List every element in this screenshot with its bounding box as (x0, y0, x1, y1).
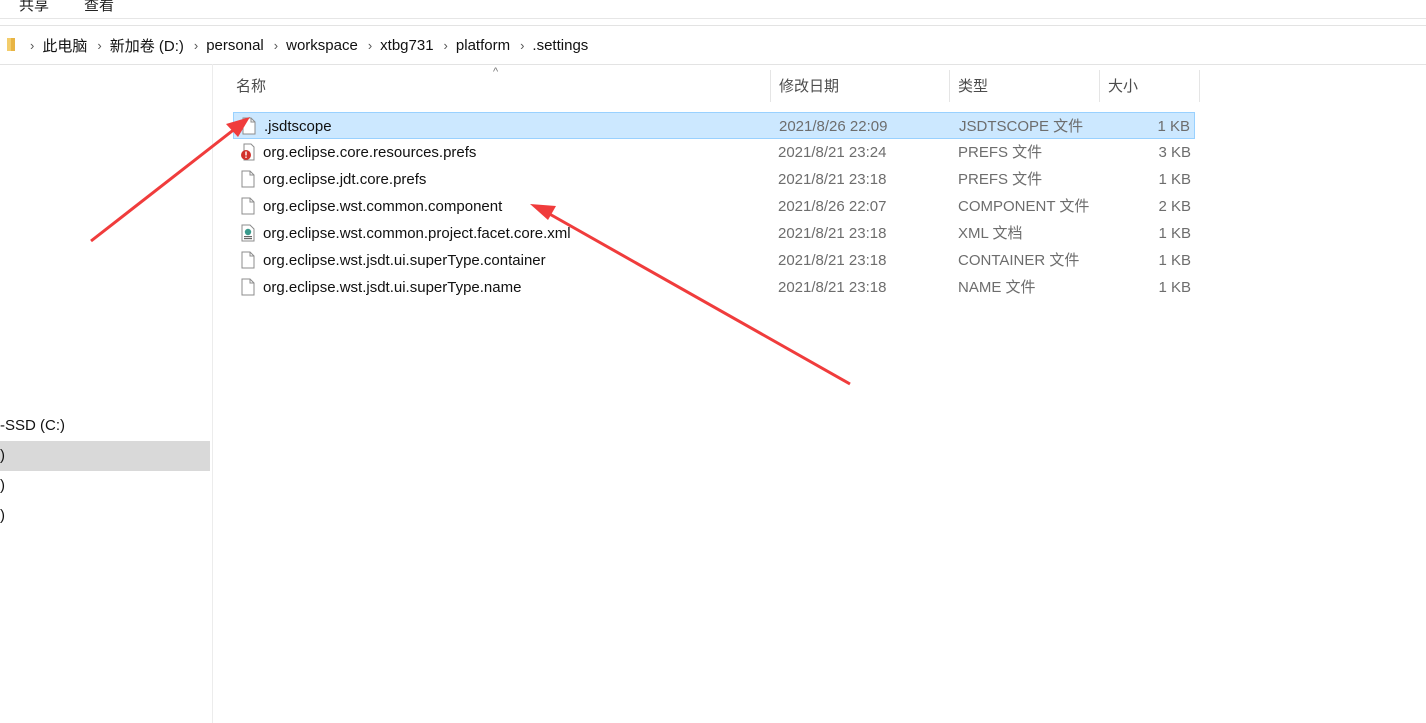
breadcrumb-personal[interactable]: personal (206, 37, 264, 54)
ribbon-tab-share[interactable]: 共享 (19, 0, 49, 15)
breadcrumb: › 此电脑 › 新加卷 (D:) › personal › workspace … (30, 26, 598, 64)
file-date: 2021/8/21 23:18 (778, 225, 887, 242)
chevron-right-icon[interactable]: › (194, 38, 198, 53)
blank-file-icon (241, 251, 255, 269)
file-type: COMPONENT 文件 (958, 198, 1090, 215)
column-header-label: 大小 (1108, 78, 1139, 95)
nav-item-drive-selected[interactable]: ) (0, 441, 210, 471)
nav-item-drive[interactable]: ) (0, 501, 210, 531)
file-row[interactable]: org.eclipse.jdt.core.prefs 2021/8/21 23:… (233, 166, 1195, 193)
nav-item-drive[interactable]: ) (0, 471, 210, 501)
file-type: CONTAINER 文件 (958, 252, 1080, 269)
column-divider[interactable] (1199, 70, 1200, 102)
file-row[interactable]: org.eclipse.wst.jsdt.ui.superType.contai… (233, 247, 1195, 274)
file-row[interactable]: org.eclipse.wst.common.component 2021/8/… (233, 193, 1195, 220)
column-divider[interactable] (949, 70, 950, 102)
file-date: 2021/8/26 22:07 (778, 198, 887, 215)
nav-item-label: ) (0, 447, 5, 464)
address-bar[interactable]: › 此电脑 › 新加卷 (D:) › personal › workspace … (0, 25, 1426, 65)
chevron-right-icon[interactable]: › (520, 38, 524, 53)
file-date: 2021/8/21 23:18 (778, 279, 887, 296)
breadcrumb-xtbg731[interactable]: xtbg731 (380, 37, 433, 54)
nav-item-drive-c[interactable]: -SSD (C:) (0, 411, 210, 441)
file-type: NAME 文件 (958, 279, 1036, 296)
chevron-right-icon[interactable]: › (274, 38, 278, 53)
file-size: 1 KB (1158, 171, 1191, 188)
file-size: 1 KB (1158, 279, 1191, 296)
column-header-type[interactable]: 类型 (958, 70, 1098, 102)
nav-item-label: ) (0, 477, 5, 494)
file-name: org.eclipse.wst.common.project.facet.cor… (263, 225, 571, 242)
blank-file-icon (241, 278, 255, 296)
file-name: org.eclipse.wst.jsdt.ui.superType.name (263, 279, 522, 296)
file-name: .jsdtscope (264, 118, 332, 135)
breadcrumb-settings[interactable]: .settings (532, 37, 588, 54)
file-size: 1 KB (1158, 225, 1191, 242)
column-divider[interactable] (770, 70, 771, 102)
file-row[interactable]: org.eclipse.wst.jsdt.ui.superType.name 2… (233, 274, 1195, 301)
file-name: org.eclipse.core.resources.prefs (263, 144, 477, 161)
chevron-right-icon[interactable]: › (368, 38, 372, 53)
xml-file-icon (241, 224, 255, 242)
file-type: PREFS 文件 (958, 144, 1043, 161)
file-type: JSDTSCOPE 文件 (959, 118, 1084, 135)
file-type: XML 文档 (958, 225, 1023, 242)
blank-file-icon (241, 197, 255, 215)
column-header-label: 名称 (236, 78, 267, 95)
column-header-name[interactable]: 名称 (236, 70, 769, 102)
prefs-warning-file-icon (241, 143, 255, 161)
file-name: org.eclipse.wst.jsdt.ui.superType.contai… (263, 252, 546, 269)
column-header-date[interactable]: 修改日期 (779, 70, 949, 102)
file-date: 2021/8/21 23:24 (778, 144, 887, 161)
breadcrumb-drive-d[interactable]: 新加卷 (D:) (110, 35, 184, 56)
chevron-right-icon[interactable]: › (97, 38, 101, 53)
file-date: 2021/8/21 23:18 (778, 252, 887, 269)
annotation-arrows (90, 117, 851, 386)
file-type: PREFS 文件 (958, 171, 1043, 188)
navigation-pane: -SSD (C:) ) ) ) (0, 64, 213, 723)
file-size: 3 KB (1158, 144, 1191, 161)
file-row[interactable]: org.eclipse.core.resources.prefs 2021/8/… (233, 139, 1195, 166)
chevron-right-icon[interactable]: › (30, 38, 34, 53)
file-row[interactable]: .jsdtscope 2021/8/26 22:09 JSDTSCOPE 文件 … (233, 112, 1195, 139)
breadcrumb-platform[interactable]: platform (456, 37, 510, 54)
blank-file-icon (241, 170, 255, 188)
column-header-size[interactable]: 大小 (1108, 70, 1198, 102)
nav-item-label: -SSD (C:) (0, 417, 65, 434)
file-date: 2021/8/21 23:18 (778, 171, 887, 188)
folder-icon (7, 38, 15, 51)
file-name: org.eclipse.jdt.core.prefs (263, 171, 427, 188)
file-date: 2021/8/26 22:09 (779, 118, 888, 135)
file-row[interactable]: org.eclipse.wst.common.project.facet.cor… (233, 220, 1195, 247)
column-header-label: 修改日期 (779, 78, 840, 95)
column-divider[interactable] (1099, 70, 1100, 102)
nav-item-label: ) (0, 507, 5, 524)
breadcrumb-workspace[interactable]: workspace (286, 37, 358, 54)
blank-file-icon (242, 117, 256, 135)
file-size: 2 KB (1158, 198, 1191, 215)
file-size: 1 KB (1158, 252, 1191, 269)
column-header-label: 类型 (958, 78, 989, 95)
ribbon-tab-view[interactable]: 查看 (84, 0, 114, 15)
file-size: 1 KB (1157, 118, 1190, 135)
chevron-right-icon[interactable]: › (444, 38, 448, 53)
ribbon: 共享 查看 (0, 0, 1426, 19)
file-name: org.eclipse.wst.common.component (263, 198, 503, 215)
breadcrumb-this-pc[interactable]: 此电脑 (42, 35, 87, 56)
